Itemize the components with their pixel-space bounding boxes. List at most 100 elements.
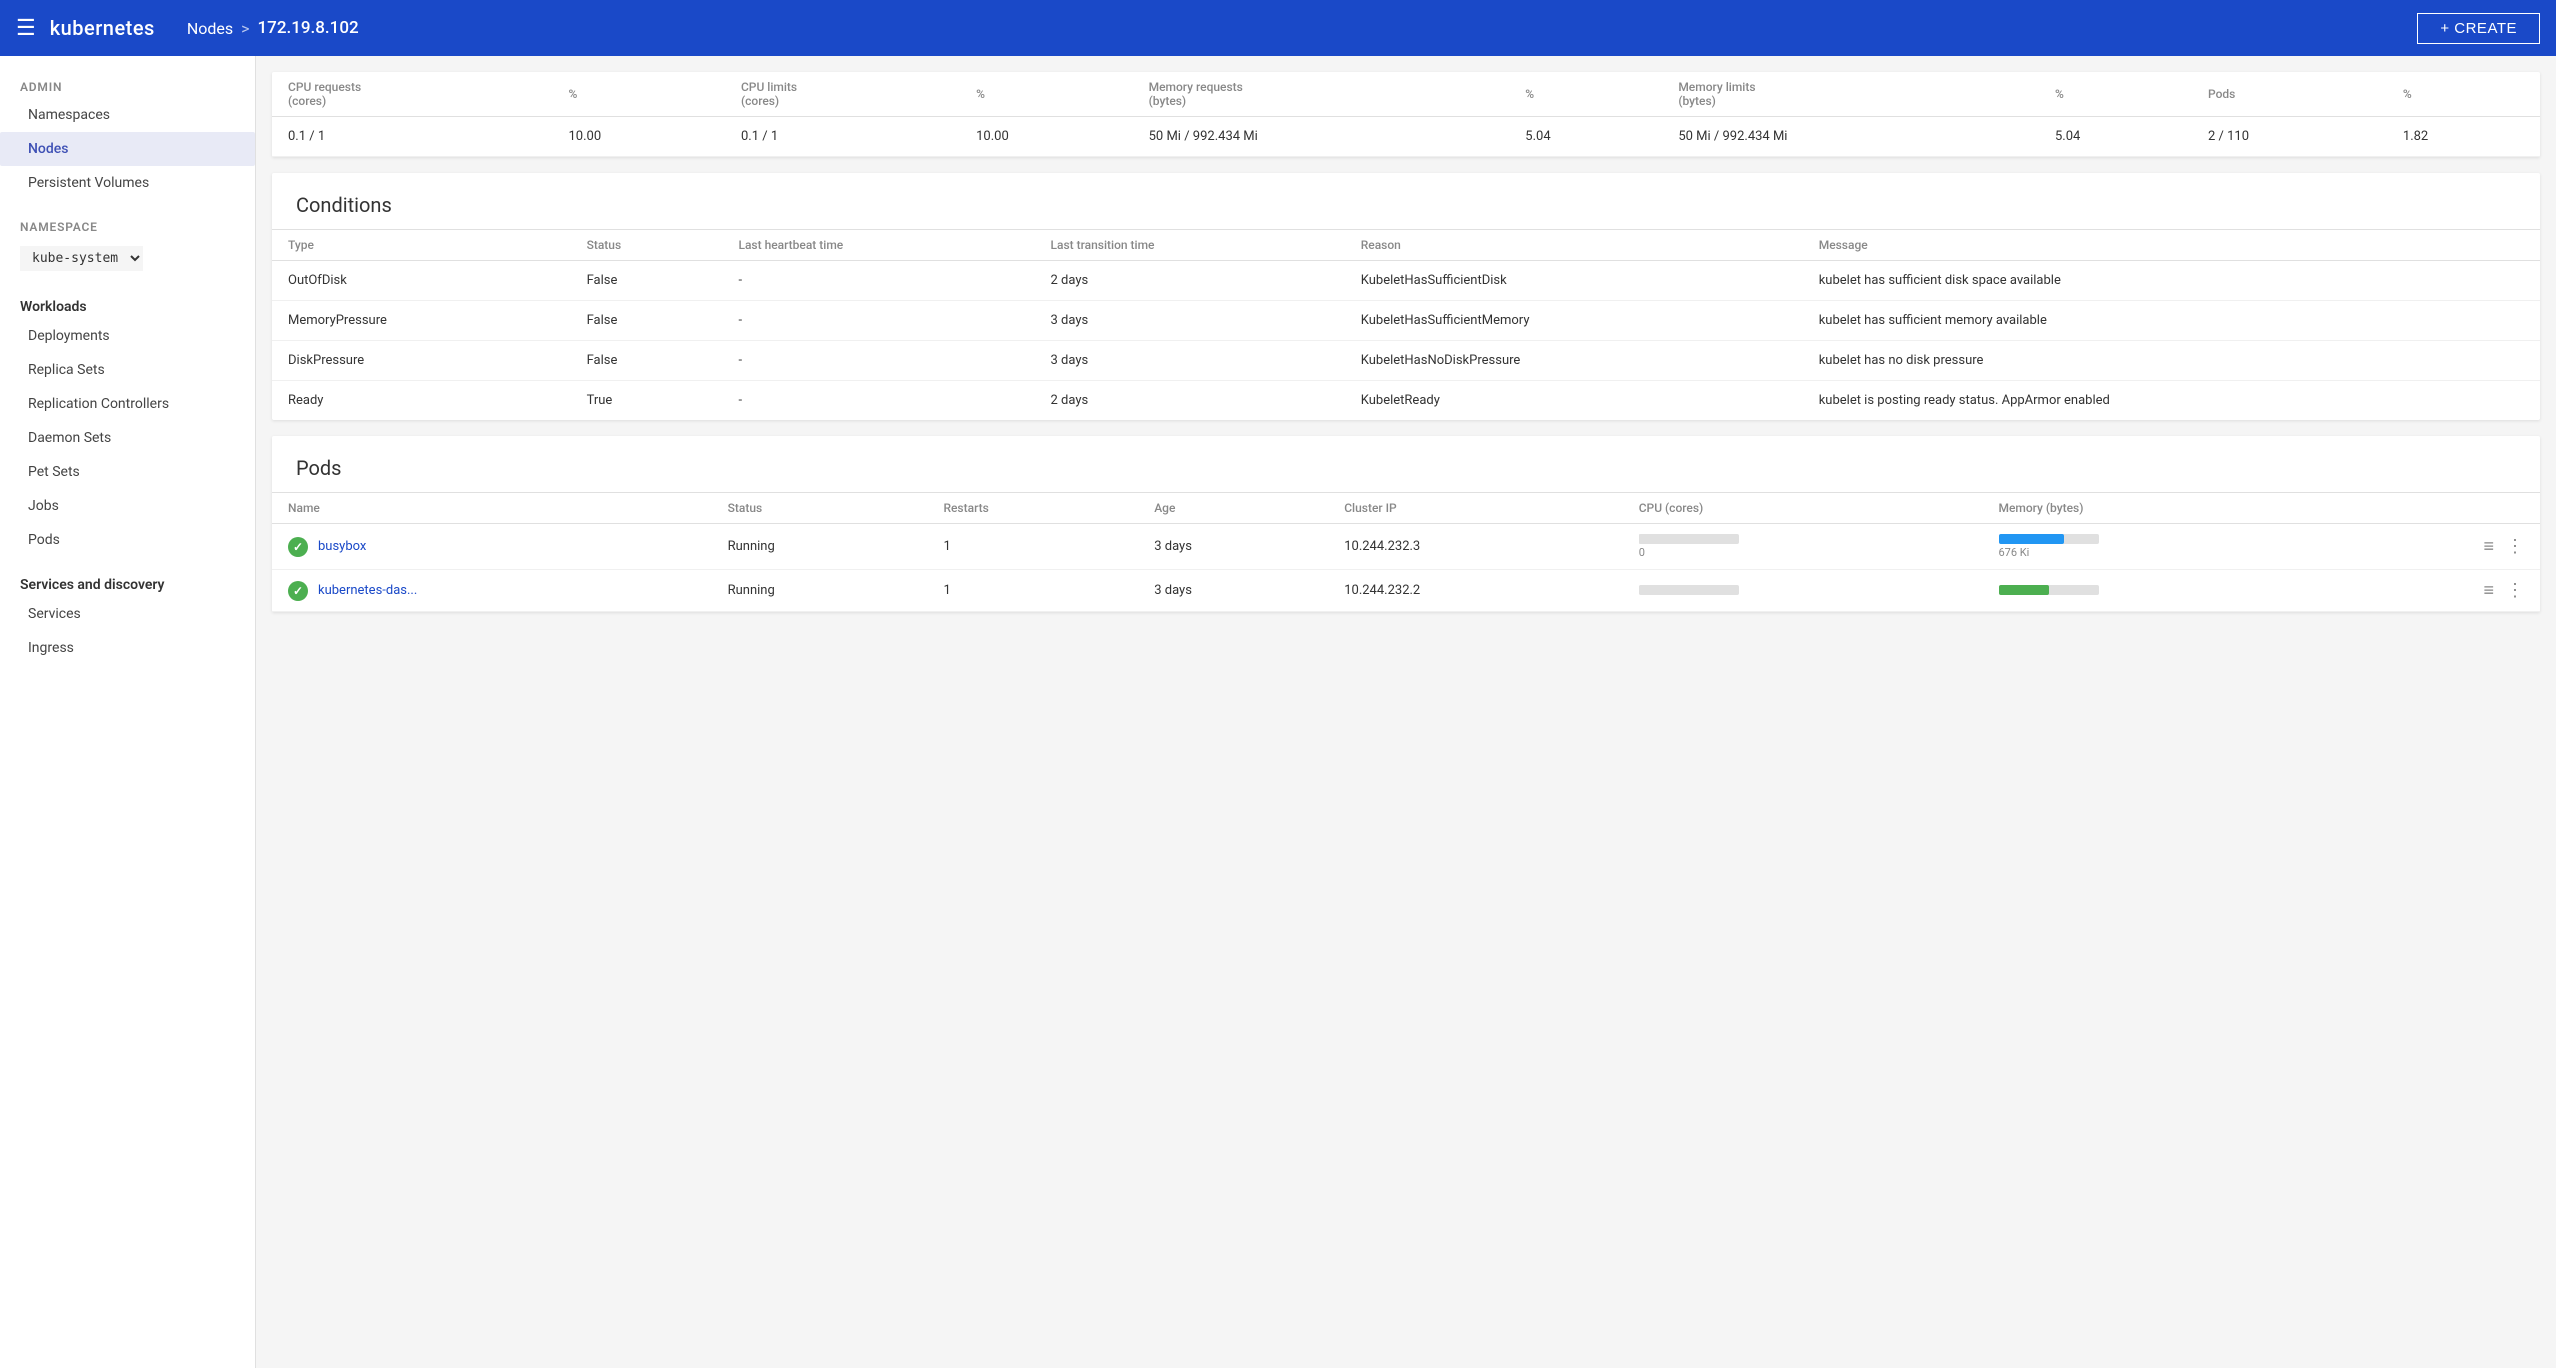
sidebar-item-ingress[interactable]: Ingress <box>0 631 255 665</box>
pods-col-cpu: CPU (cores) <box>1623 493 1983 524</box>
cond-heartbeat: - <box>722 261 1034 301</box>
cond-reason: KubeletHasSufficientDisk <box>1345 261 1803 301</box>
cond-col-reason: Reason <box>1345 230 1803 261</box>
pod-memory: 676 Ki <box>1983 524 2343 570</box>
cond-transition: 3 days <box>1035 301 1345 341</box>
pod-cluster-ip: 10.244.232.3 <box>1328 524 1623 570</box>
pod-row: ✓ kubernetes-das... Running 1 3 days 10.… <box>272 570 2540 612</box>
col-cpu-req-pct: % <box>552 72 725 117</box>
mem-req-value: 50 Mi / 992.434 Mi <box>1133 117 1510 157</box>
col-cpu-req: CPU requests(cores) <box>272 72 552 117</box>
cond-status: False <box>571 301 723 341</box>
pod-name-link[interactable]: kubernetes-das... <box>318 583 417 598</box>
pod-status: Running <box>712 570 928 612</box>
pods-col-status: Status <box>712 493 928 524</box>
col-cpu-lim: CPU limits(cores) <box>725 72 960 117</box>
cond-reason: KubeletHasSufficientMemory <box>1345 301 1803 341</box>
pod-restarts: 1 <box>927 524 1138 570</box>
col-mem-lim: Memory limits(bytes) <box>1662 72 2039 117</box>
pod-name: ✓ kubernetes-das... <box>272 570 712 612</box>
cpu-lim-value: 0.1 / 1 <box>725 117 960 157</box>
pod-name: ✓ busybox <box>272 524 712 570</box>
cond-reason: KubeletHasNoDiskPressure <box>1345 341 1803 381</box>
conditions-card: Conditions Type Status Last heartbeat ti… <box>272 173 2540 420</box>
cpu-lim-pct-value: 10.00 <box>960 117 1133 157</box>
cond-message: kubelet has no disk pressure <box>1803 341 2540 381</box>
pods-card: Pods Name Status Restarts Age Cluster IP… <box>272 436 2540 612</box>
col-mem-lim-pct: % <box>2039 72 2192 117</box>
create-button[interactable]: + CREATE <box>2417 13 2540 44</box>
mem-lim-pct-value: 5.04 <box>2039 117 2192 157</box>
sidebar-item-pods[interactable]: Pods <box>0 523 255 557</box>
sidebar-item-pet-sets[interactable]: Pet Sets <box>0 455 255 489</box>
conditions-title: Conditions <box>272 173 2540 229</box>
main-content: CPU requests(cores) % CPU limits(cores) … <box>256 56 2556 1368</box>
col-mem-req-pct: % <box>1509 72 1662 117</box>
sidebar-item-replication-controllers[interactable]: Replication Controllers <box>0 387 255 421</box>
sidebar-item-nodes[interactable]: Nodes <box>0 132 255 166</box>
mem-req-pct-value: 5.04 <box>1509 117 1662 157</box>
pod-more-icon[interactable]: ⋮ <box>2506 580 2524 601</box>
pod-restarts: 1 <box>927 570 1138 612</box>
sidebar-item-services[interactable]: Services <box>0 597 255 631</box>
resource-summary-card: CPU requests(cores) % CPU limits(cores) … <box>272 72 2540 157</box>
pod-more-icon[interactable]: ⋮ <box>2506 536 2524 557</box>
cpu-req-pct-value: 10.00 <box>552 117 725 157</box>
cond-heartbeat: - <box>722 341 1034 381</box>
cond-transition: 3 days <box>1035 341 1345 381</box>
pod-cpu: 0 <box>1623 524 1983 570</box>
sidebar-item-replica-sets[interactable]: Replica Sets <box>0 353 255 387</box>
pod-status-icon: ✓ <box>288 581 308 601</box>
topbar: ☰ kubernetes Nodes > 172.19.8.102 + CREA… <box>0 0 2556 56</box>
sidebar: Admin Namespaces Nodes Persistent Volume… <box>0 56 256 1368</box>
pods-col-actions <box>2342 493 2540 524</box>
col-mem-req: Memory requests(bytes) <box>1133 72 1510 117</box>
sidebar-item-persistent-volumes[interactable]: Persistent Volumes <box>0 166 255 200</box>
col-pods-pct: % <box>2387 72 2540 117</box>
pods-title: Pods <box>272 436 2540 492</box>
cpu-req-value: 0.1 / 1 <box>272 117 552 157</box>
sidebar-item-daemon-sets[interactable]: Daemon Sets <box>0 421 255 455</box>
brand-logo: kubernetes <box>50 16 155 40</box>
sidebar-item-deployments[interactable]: Deployments <box>0 319 255 353</box>
cond-status: True <box>571 381 723 421</box>
pods-value: 2 / 110 <box>2192 117 2387 157</box>
pod-row: ✓ busybox Running 1 3 days 10.244.232.3 … <box>272 524 2540 570</box>
cond-transition: 2 days <box>1035 261 1345 301</box>
cond-reason: KubeletReady <box>1345 381 1803 421</box>
pod-cpu <box>1623 570 1983 612</box>
services-discovery-title: Services and discovery <box>0 565 255 597</box>
cond-transition: 2 days <box>1035 381 1345 421</box>
resource-table: CPU requests(cores) % CPU limits(cores) … <box>272 72 2540 157</box>
namespace-label: Namespace <box>0 212 255 238</box>
cond-status: False <box>571 341 723 381</box>
breadcrumb: Nodes > 172.19.8.102 <box>187 18 359 38</box>
pods-pct-value: 1.82 <box>2387 117 2540 157</box>
pod-memory <box>1983 570 2343 612</box>
cond-col-status: Status <box>571 230 723 261</box>
sidebar-item-namespaces[interactable]: Namespaces <box>0 98 255 132</box>
layout: Admin Namespaces Nodes Persistent Volume… <box>0 56 2556 1368</box>
cond-message: kubelet has sufficient disk space availa… <box>1803 261 2540 301</box>
pods-col-name: Name <box>272 493 712 524</box>
cond-col-type: Type <box>272 230 571 261</box>
hamburger-icon[interactable]: ☰ <box>16 16 36 41</box>
cond-type: MemoryPressure <box>272 301 571 341</box>
pod-logs-icon[interactable]: ≡ <box>2483 536 2494 557</box>
pods-col-cluster-ip: Cluster IP <box>1328 493 1623 524</box>
breadcrumb-nodes[interactable]: Nodes <box>187 19 233 38</box>
conditions-table: Type Status Last heartbeat time Last tra… <box>272 230 2540 420</box>
condition-row: OutOfDisk False - 2 days KubeletHasSuffi… <box>272 261 2540 301</box>
pods-col-age: Age <box>1138 493 1328 524</box>
namespace-selector: kube-system <box>0 238 255 279</box>
namespace-dropdown[interactable]: kube-system <box>20 246 143 271</box>
pod-logs-icon[interactable]: ≡ <box>2483 580 2494 601</box>
col-cpu-lim-pct: % <box>960 72 1133 117</box>
cond-message: kubelet is posting ready status. AppArmo… <box>1803 381 2540 421</box>
pod-name-link[interactable]: busybox <box>318 539 366 554</box>
cond-status: False <box>571 261 723 301</box>
sidebar-item-jobs[interactable]: Jobs <box>0 489 255 523</box>
pods-col-memory: Memory (bytes) <box>1983 493 2343 524</box>
pod-status: Running <box>712 524 928 570</box>
breadcrumb-current: 172.19.8.102 <box>258 18 359 38</box>
